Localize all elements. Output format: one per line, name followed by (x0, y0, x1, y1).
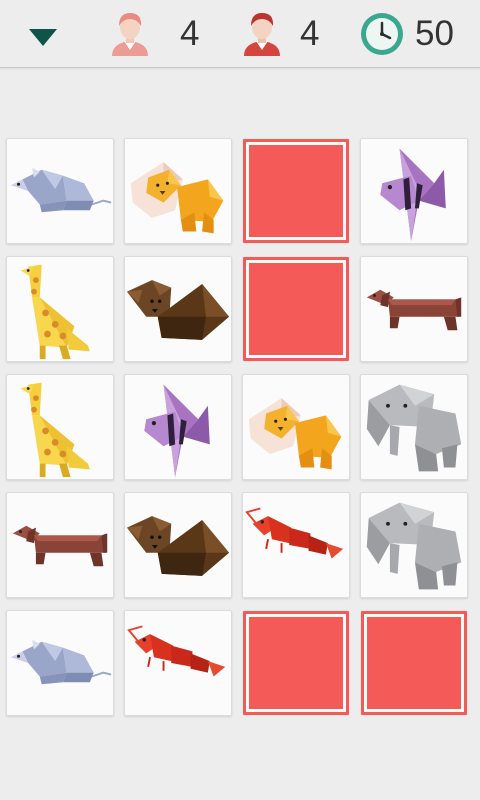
elephant-origami-icon (366, 384, 462, 472)
card-dachshund-r2c4[interactable] (360, 256, 468, 362)
mouse-origami-icon (10, 167, 112, 213)
card-dachshund-r4c1[interactable] (6, 492, 114, 598)
card-facedown-r5c4[interactable] (360, 610, 468, 716)
player1-score-value: 4 (180, 14, 200, 53)
player2-score-value: 4 (300, 14, 320, 53)
player1-score: 4 (106, 0, 216, 67)
card-shrimp-r4c3[interactable] (242, 492, 350, 598)
giraffe-origami-icon (20, 264, 90, 360)
dachshund-origami-icon (366, 289, 462, 331)
player-avatar-icon (244, 13, 280, 56)
fish-origami-icon (380, 148, 446, 242)
card-elephant-r4c4[interactable] (360, 492, 468, 598)
bear-origami-icon (126, 516, 230, 576)
player-avatar-icon (112, 13, 148, 56)
card-giraffe-r2c1[interactable] (6, 256, 114, 362)
player2-score: 4 (238, 0, 348, 67)
top-bar: 4 4 50 (0, 0, 480, 68)
card-elephant-r3c4[interactable] (360, 374, 468, 480)
card-facedown-r2c3[interactable] (242, 256, 350, 362)
timer-value: 50 (415, 14, 454, 53)
card-mouse-r1c1[interactable] (6, 138, 114, 244)
timer: 50 (358, 0, 478, 67)
card-bear-r2c2[interactable] (124, 256, 232, 362)
card-back (246, 260, 346, 358)
lion-origami-icon (130, 162, 224, 234)
card-facedown-r1c3[interactable] (242, 138, 350, 244)
fish-origami-icon (144, 384, 210, 478)
giraffe-origami-icon (20, 382, 90, 478)
shrimp-origami-icon (245, 507, 344, 559)
clock-icon (361, 13, 403, 55)
card-shrimp-r5c2[interactable] (124, 610, 232, 716)
card-giraffe-r3c1[interactable] (6, 374, 114, 480)
dropdown-triangle-icon (29, 29, 57, 46)
card-lion-r3c3[interactable] (242, 374, 350, 480)
card-fish-r1c4[interactable] (360, 138, 468, 244)
card-lion-r1c2[interactable] (124, 138, 232, 244)
mouse-origami-icon (10, 639, 112, 685)
card-mouse-r5c1[interactable] (6, 610, 114, 716)
card-bear-r4c2[interactable] (124, 492, 232, 598)
card-back (246, 142, 346, 240)
card-facedown-r5c3[interactable] (242, 610, 350, 716)
dachshund-origami-icon (12, 525, 108, 567)
card-fish-r3c2[interactable] (124, 374, 232, 480)
card-back (246, 614, 346, 712)
lion-origami-icon (248, 398, 342, 470)
card-back (364, 614, 464, 712)
menu-dropdown-button[interactable] (26, 24, 60, 52)
elephant-origami-icon (366, 502, 462, 590)
bear-origami-icon (126, 280, 230, 340)
shrimp-origami-icon (127, 625, 226, 677)
